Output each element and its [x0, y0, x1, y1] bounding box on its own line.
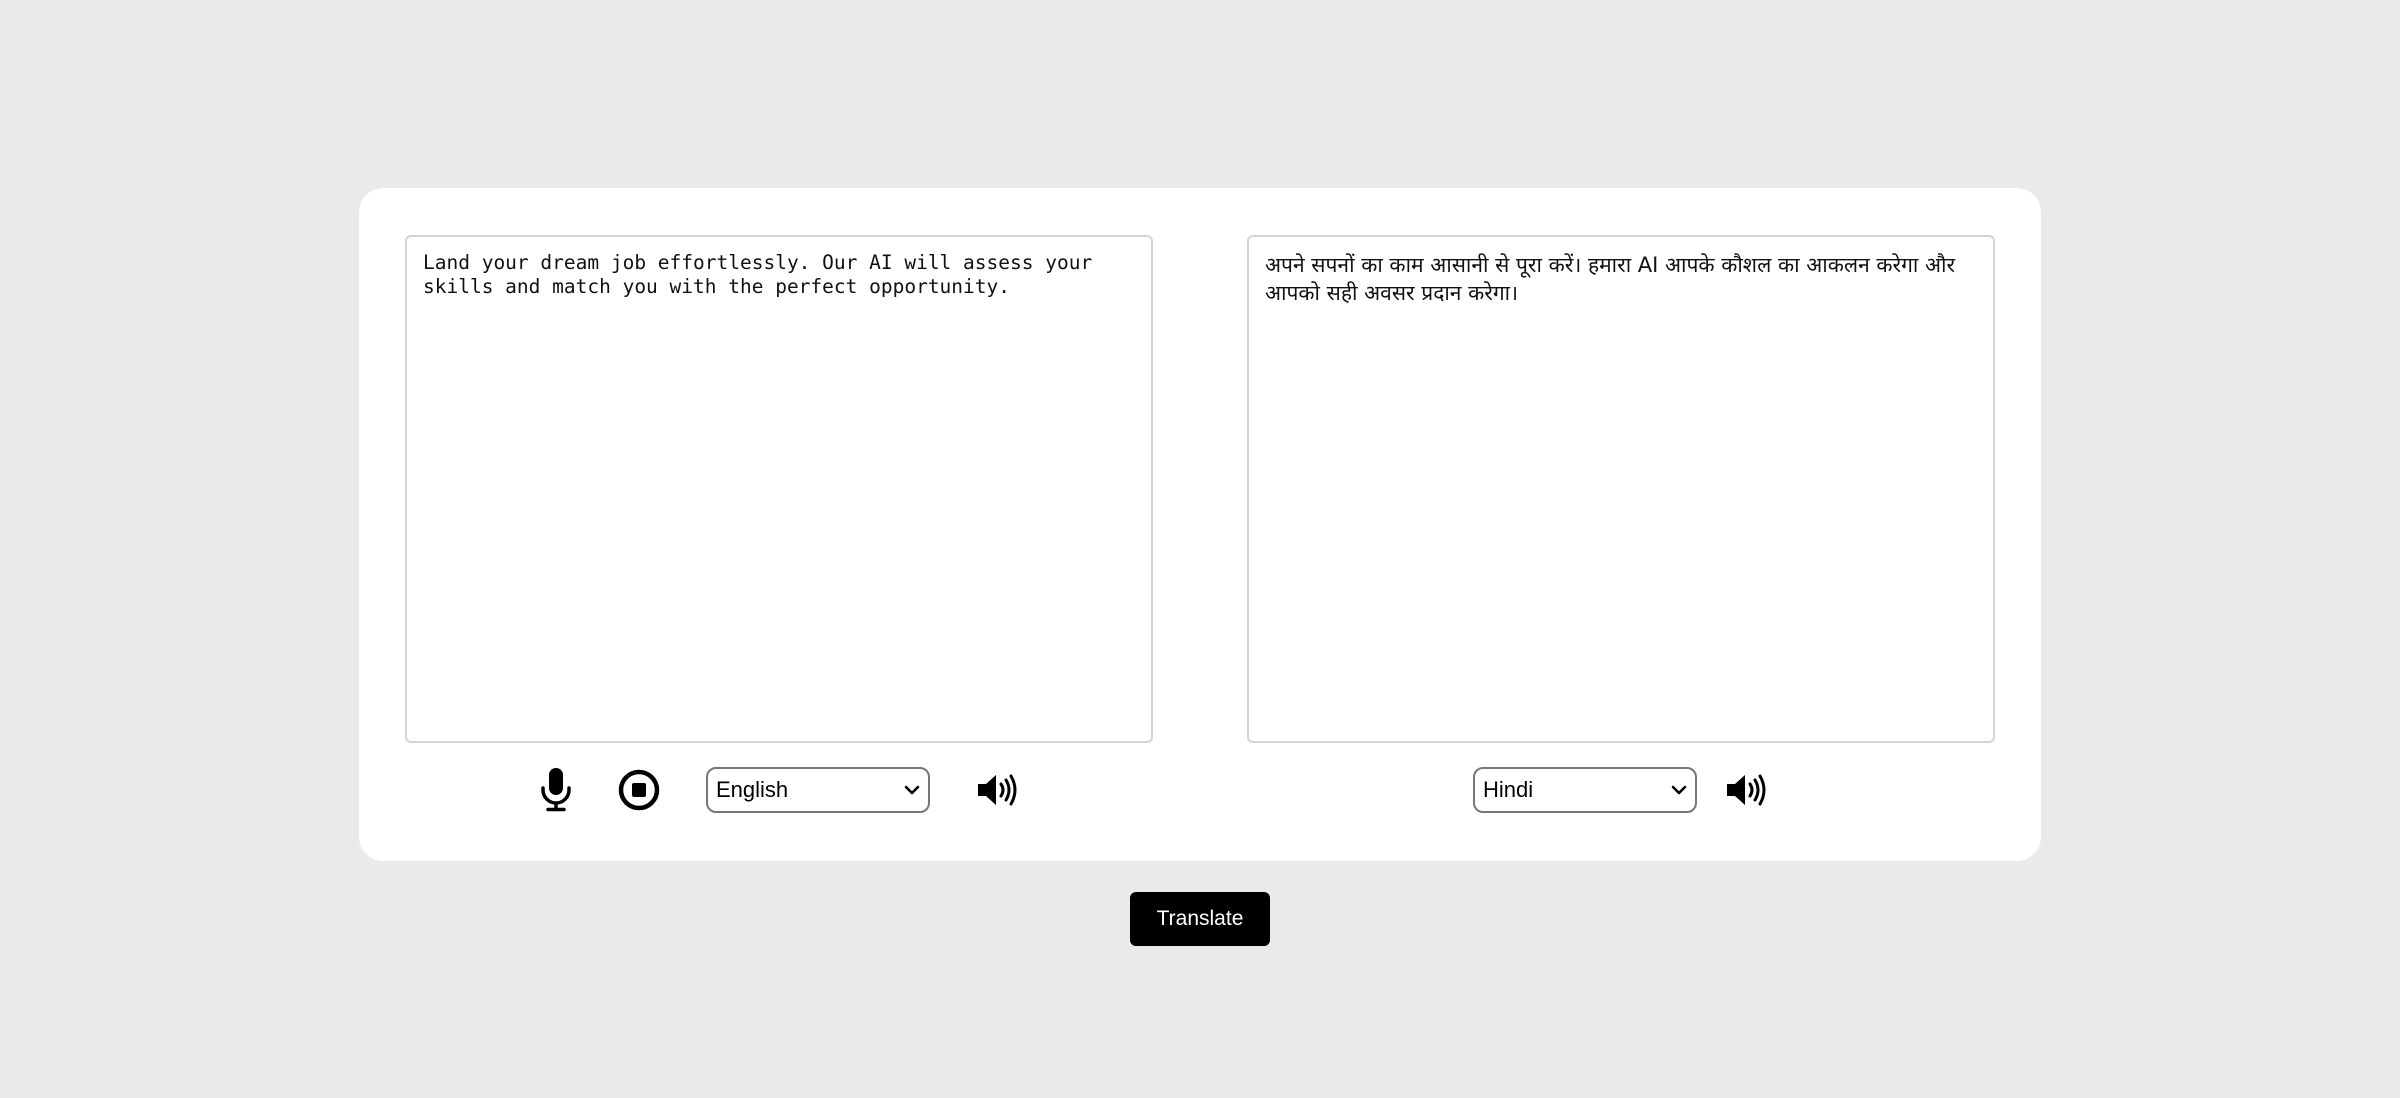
- translator-card: Land your dream job effortlessly. Our AI…: [359, 188, 2041, 861]
- target-language-value: Hindi: [1483, 777, 1534, 802]
- translate-button[interactable]: Translate: [1130, 892, 1270, 946]
- source-language-select[interactable]: English: [706, 767, 930, 813]
- target-language-select[interactable]: Hindi: [1473, 767, 1697, 813]
- speaker-icon: [1727, 774, 1766, 806]
- source-text-input[interactable]: Land your dream job effortlessly. Our AI…: [405, 235, 1153, 743]
- microphone-icon: [541, 768, 571, 812]
- stop-recording-button[interactable]: [618, 768, 660, 812]
- stop-circle-icon: [618, 769, 660, 811]
- speaker-icon: [978, 774, 1017, 806]
- chevron-down-icon: [1671, 785, 1687, 795]
- source-speak-button[interactable]: [975, 768, 1019, 812]
- source-language-value: English: [716, 777, 789, 802]
- microphone-button[interactable]: [536, 766, 576, 814]
- target-speak-button[interactable]: [1724, 768, 1768, 812]
- translated-text-output[interactable]: अपने सपनों का काम आसानी से पूरा करें। हम…: [1247, 235, 1995, 743]
- chevron-down-icon: [904, 785, 920, 795]
